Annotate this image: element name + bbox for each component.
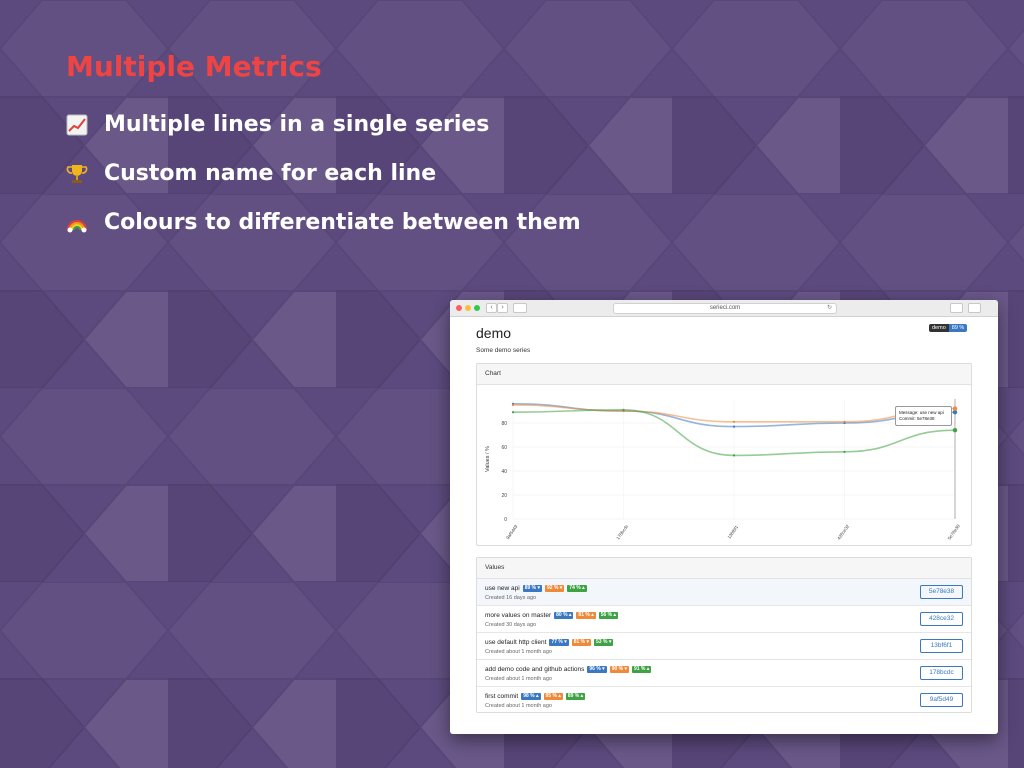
row-message: add demo code and github actions [485, 666, 585, 673]
row-title: more values on master 80 % ▴ 81 % ▴ 56 % ▴ [485, 612, 619, 619]
browser-toolbar: ‹ › serieci.com ↻ [450, 300, 998, 317]
value-pill: 81 % ▾ [571, 639, 592, 646]
row-date: Created 16 days ago [485, 595, 537, 601]
browser-window: ‹ › serieci.com ↻ demo Some demo series … [450, 300, 998, 734]
share-icon[interactable] [950, 303, 963, 313]
value-pill: 56 % ▴ [598, 612, 619, 619]
feature-text: Multiple lines in a single series [104, 112, 490, 137]
data-point [952, 428, 958, 433]
commit-button[interactable]: 178bcdc [920, 666, 963, 680]
value-pill: 98 % ▴ [521, 693, 541, 700]
chart-increasing-icon [64, 112, 90, 138]
value-row: first commit 98 % ▴ 95 % ▴ 89 % ▴ Created ab… [477, 687, 971, 714]
data-point [843, 450, 846, 453]
row-title: first commit 98 % ▴ 95 % ▴ 89 % ▴ [485, 693, 586, 700]
values-card-header: Values [477, 558, 971, 579]
slide-title: Multiple Metrics [66, 50, 322, 83]
trophy-icon [64, 161, 90, 187]
row-message: use new api [485, 585, 520, 592]
value-row: use default http client 77 % ▾ 81 % ▾ 53 % … [477, 633, 971, 660]
page-content: demo Some demo series demo 89 % Chart 0 2… [450, 317, 998, 734]
row-date: Created 30 days ago [485, 622, 537, 628]
y-tick-label: 0 [504, 517, 507, 523]
values-card: Values use new api 89 % ▾ 92 % ▾ 74 % ▴ Crea… [476, 557, 972, 713]
value-row: use new api 89 % ▾ 92 % ▾ 74 % ▴ Created 16 … [477, 579, 971, 606]
feature-item-colours: Colours to differentiate between them [64, 198, 581, 247]
x-tick-label: 428ce32 [836, 523, 850, 540]
value-pill: 89 % ▴ [565, 693, 586, 700]
close-window-button[interactable] [456, 305, 462, 311]
commit-button[interactable]: 9af5d49 [920, 693, 963, 707]
url-text: serieci.com [709, 305, 741, 311]
y-axis-label: Values / % [485, 446, 491, 472]
minimize-window-button[interactable] [465, 305, 471, 311]
badge-value: 89 % [948, 324, 968, 332]
y-tick-label: 60 [501, 445, 507, 451]
feature-text: Custom name for each line [104, 161, 437, 186]
tooltip-commit: Commit: 5e78e38 [899, 416, 935, 421]
row-title: use default http client 77 % ▾ 81 % ▾ 53 % … [485, 639, 614, 646]
value-pill: 81 % ▴ [576, 612, 596, 619]
x-tick-label: 13bf6f1 [726, 524, 739, 540]
badge-label: demo [929, 324, 949, 332]
value-pill: 77 % ▾ [549, 639, 569, 646]
data-point [732, 420, 736, 423]
back-button[interactable]: ‹ [486, 303, 497, 313]
values-list: use new api 89 % ▾ 92 % ▾ 74 % ▴ Created 16 … [477, 579, 971, 714]
value-pill: 91 % ▴ [631, 666, 652, 673]
row-date: Created about 1 month ago [485, 676, 552, 682]
tabs-icon[interactable] [968, 303, 981, 313]
commit-button[interactable]: 5e78e38 [920, 585, 963, 599]
page-title: demo [476, 325, 512, 341]
value-pill: 53 % ▾ [594, 639, 614, 646]
forward-button[interactable]: › [497, 303, 508, 313]
address-bar[interactable]: serieci.com ↻ [613, 303, 837, 314]
data-point [843, 420, 846, 423]
row-date: Created about 1 month ago [485, 649, 552, 655]
value-pill: 92 % ▾ [545, 585, 565, 592]
chart-card-header: Chart [477, 364, 971, 385]
y-tick-label: 20 [501, 493, 507, 499]
row-title: add demo code and github actions 96 % ▾ 90… [485, 666, 652, 673]
feature-item-multiple-lines: Multiple lines in a single series [64, 100, 581, 149]
y-tick-label: 40 [501, 469, 507, 475]
data-point [511, 403, 515, 407]
data-point [622, 408, 625, 411]
value-pill: 74 % ▴ [567, 585, 587, 592]
maximize-window-button[interactable] [474, 305, 480, 311]
data-point [732, 425, 736, 428]
feature-text: Colours to differentiate between them [104, 210, 581, 235]
row-message: first commit [485, 693, 519, 700]
value-pill: 95 % ▴ [543, 693, 563, 700]
data-point [952, 406, 958, 411]
status-badge: demo 89 % [929, 324, 968, 332]
x-tick-label: 9af5d49 [505, 524, 519, 541]
row-title: use new api 89 % ▾ 92 % ▾ 74 % ▴ [485, 585, 587, 592]
data-point [511, 411, 515, 414]
x-tick-label: 5e78e38 [947, 523, 961, 541]
value-pill: 89 % ▾ [522, 585, 542, 592]
commit-button[interactable]: 13bf6f1 [920, 639, 963, 653]
value-row: more values on master 80 % ▴ 81 % ▴ 56 % ▴ C… [477, 606, 971, 633]
row-message: more values on master [485, 612, 552, 619]
value-pill: 90 % ▾ [609, 666, 629, 673]
reload-icon[interactable]: ↻ [827, 304, 832, 313]
y-tick-label: 80 [501, 421, 507, 427]
sidebar-toggle-icon[interactable] [513, 303, 527, 313]
feature-item-custom-name: Custom name for each line [64, 149, 581, 198]
x-tick-label: 178bcdc [615, 523, 629, 540]
commit-button[interactable]: 428ce32 [920, 612, 963, 626]
data-point [732, 454, 736, 457]
row-message: use default http client [485, 639, 547, 646]
chart-tooltip: Message: use new api Commit: 5e78e38 [895, 406, 952, 426]
value-row: add demo code and github actions 96 % ▾ 90… [477, 660, 971, 687]
page-subtitle: Some demo series [476, 347, 531, 354]
value-pill: 80 % ▴ [554, 612, 574, 619]
rainbow-icon [64, 210, 90, 236]
chart-card: Chart 0 20 40 60 80 9af5d49 178bcdc 13bf6f1 428c… [476, 363, 972, 546]
feature-list: Multiple lines in a single series Custom… [64, 100, 581, 247]
value-pill: 96 % ▾ [587, 666, 607, 673]
row-date: Created about 1 month ago [485, 703, 552, 709]
